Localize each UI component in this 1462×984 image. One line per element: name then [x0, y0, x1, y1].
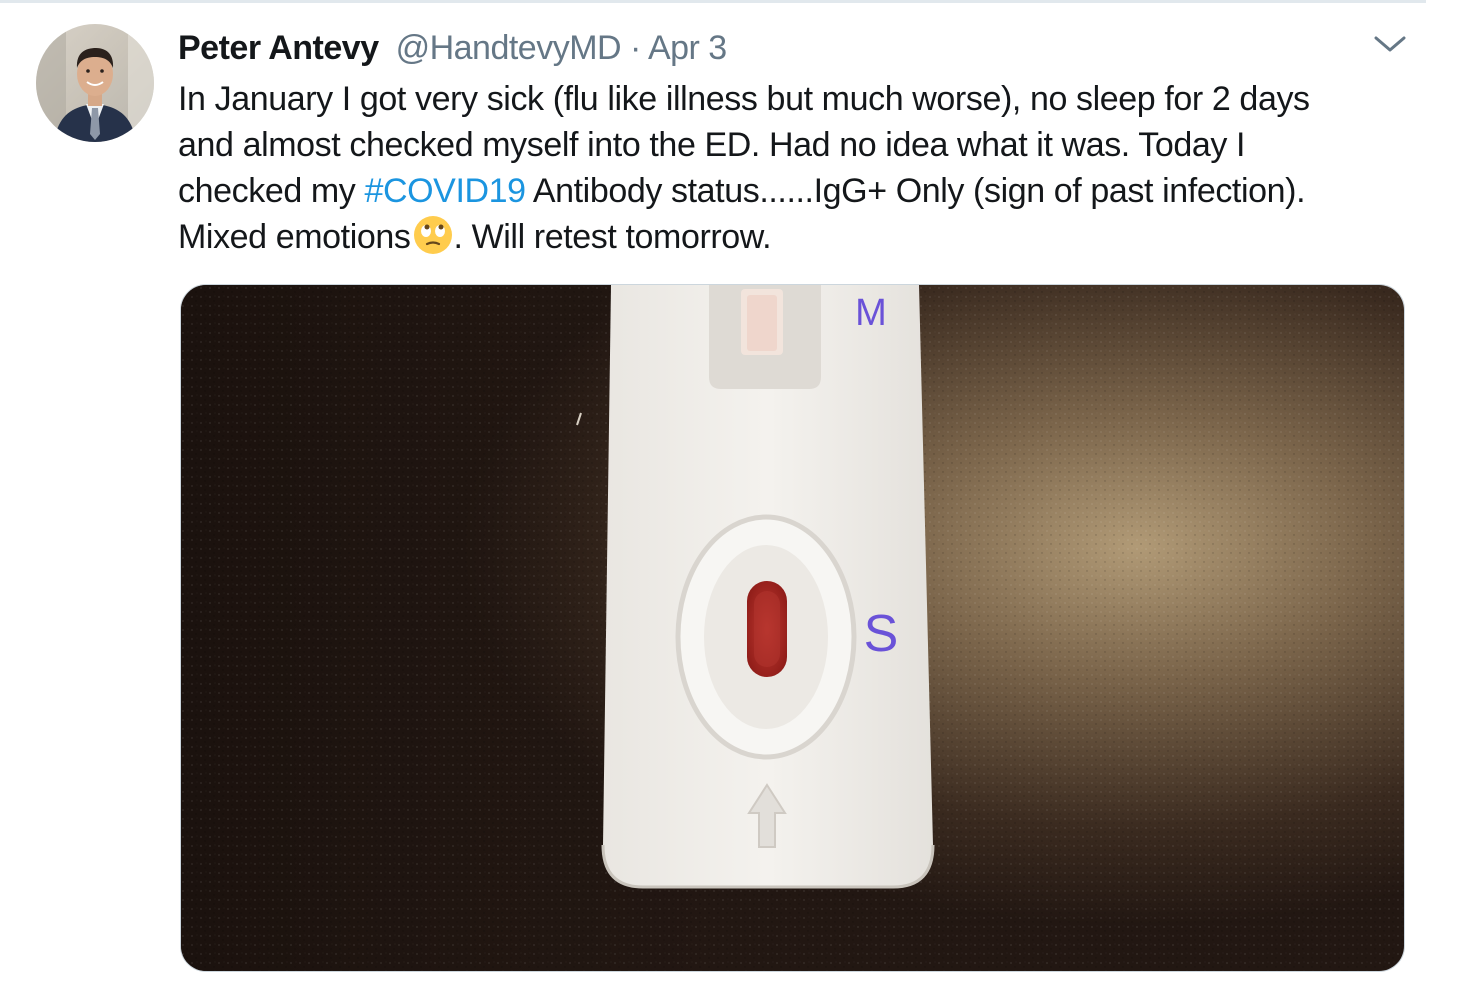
separator-dot: ·	[630, 29, 641, 67]
rolling-eyes-emoji-icon	[413, 215, 453, 255]
chevron-down-icon	[1374, 36, 1406, 52]
tweet-text-segment: Mixed emotions	[178, 218, 411, 256]
cassette-label-m: M	[855, 292, 887, 334]
cassette-label-s: S	[864, 605, 899, 663]
top-divider	[0, 0, 1426, 3]
tweet-date[interactable]: Apr 3	[648, 29, 727, 67]
tweet-media-photo[interactable]: M S	[180, 284, 1405, 972]
user-handle[interactable]: @HandtevyMD	[396, 29, 622, 67]
tweet-card: Peter Antevy @HandtevyMD · Apr 3 In Janu…	[0, 0, 1462, 984]
tweet-text-line: checked my #COVID19 Antibody status.....…	[178, 168, 1408, 214]
avatar-image	[36, 24, 154, 142]
tweet-text-line: In January I got very sick (flu like ill…	[178, 80, 1310, 118]
tweet-header: Peter Antevy @HandtevyMD · Apr 3	[178, 26, 727, 70]
tweet-text-segment: checked my	[178, 172, 365, 210]
tweet-text-segment: . Will retest tomorrow.	[453, 218, 772, 256]
tweet-text-line: and almost checked myself into the ED. H…	[178, 126, 1246, 164]
tweet-text: In January I got very sick (flu like ill…	[178, 76, 1408, 260]
display-name[interactable]: Peter Antevy	[178, 29, 379, 67]
avatar[interactable]	[36, 24, 154, 142]
hashtag-link[interactable]: #COVID19	[364, 172, 526, 210]
tweet-text-line: Mixed emotions . Will retest tomorrow.	[178, 214, 1408, 260]
tweet-text-segment: Antibody status......IgG+ Only (sign of …	[525, 172, 1306, 210]
antibody-test-photo: M S	[181, 285, 1404, 971]
more-options-button[interactable]	[1370, 28, 1410, 60]
